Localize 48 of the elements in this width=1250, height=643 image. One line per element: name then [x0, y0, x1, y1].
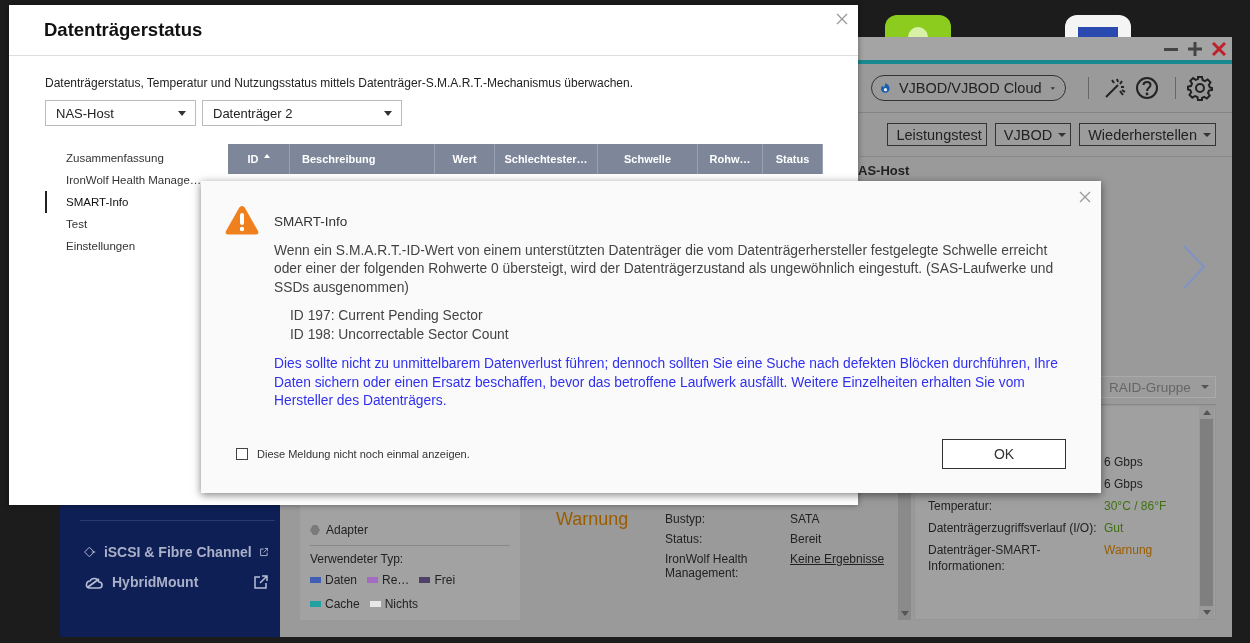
attribute-item: ID 197: Current Pending Sector: [290, 307, 484, 325]
advice-text: Dies sollte nicht zu unmittelbarem Datenverlust führen; dennoch sollten Sie eine Suche nach defekten Blöcken durchführen, Ihre Daten sichern oder einen Ersatz beschaffen, bevor das betroffene Laufwerk ausfällt. Weitere Einzelheiten erhalten Sie vom Hersteller des Datenträgers.: [274, 355, 1059, 410]
column-header[interactable]: Schlechtester…: [495, 144, 598, 174]
description-text: Datenträgerstatus, Temperatur und Nutzungsstatus mittels Datenträger-S.M.A.R.T.-Mechanismus überwachen.: [45, 76, 635, 90]
sidebar-item[interactable]: iSCSI & Fibre Channel: [60, 537, 280, 567]
message-text: Wenn ein S.M.A.R.T.-ID-Wert von einem unterstützten Datenträger die vom Datenträgerhersteller festgelegte Schwelle erreicht oder einer der folgenden Rohwerte 0 übersteigt, wird der Datenträgerzustand als ungewöhnlich eingestuft. (SAS-Laufwerke und SSDs ausgenommen): [274, 241, 1055, 297]
column-header[interactable]: Schwelle: [598, 144, 698, 174]
host-select[interactable]: NAS-Host: [45, 100, 196, 126]
legend-label: Cache: [325, 597, 360, 611]
action-button[interactable]: Leistungstest: [887, 123, 987, 146]
legend-title: Verwendeter Typ:: [310, 552, 405, 566]
legend-label: Frei: [434, 573, 456, 587]
detail-value: 6 Gbps: [1104, 454, 1144, 470]
dialog-title: SMART-Info: [274, 213, 349, 231]
legend-label: Nichts: [384, 597, 419, 611]
legend-label: Daten: [325, 573, 358, 587]
action-button[interactable]: Wiederherstellen: [1079, 123, 1216, 146]
info-label: IronWolf Health Management:: [665, 552, 749, 580]
nav-item[interactable]: IronWolf Health Manage…: [45, 169, 228, 191]
legend-label: Re…: [382, 573, 410, 587]
detail-value: Gut: [1104, 520, 1125, 536]
attribute-item: ID 198: Uncorrectable Sector Count: [290, 325, 510, 344]
info-value: SATA: [790, 512, 821, 526]
info-label: Bustyp:: [665, 512, 707, 526]
detail-label: Datenträger-SMART-Informationen:: [928, 542, 1042, 574]
column-header[interactable]: Beschreibung: [290, 144, 435, 174]
window-title: Datenträgerstatus: [44, 19, 203, 41]
ok-button[interactable]: OK: [942, 439, 1066, 469]
checkbox-label: Diese Meldung nicht noch einmal anzeigen.: [257, 448, 470, 460]
info-value: Bereit: [790, 532, 823, 546]
column-header[interactable]: ID: [228, 144, 290, 174]
column-header[interactable]: Wert: [435, 144, 495, 174]
detail-value: 6 Gbps: [1104, 476, 1144, 492]
disk-select[interactable]: Datenträger 2: [202, 100, 402, 126]
detail-value: Warnung: [1104, 542, 1154, 559]
column-header[interactable]: Rohw…: [698, 144, 763, 174]
info-label: Status:: [665, 532, 704, 546]
nav-item[interactable]: Zusammenfassung: [45, 147, 228, 169]
column-header[interactable]: Status: [763, 144, 823, 174]
detail-label: Temperatur:: [928, 498, 994, 514]
action-button[interactable]: VJBOD: [994, 123, 1072, 146]
detail-label: Datenträgerzugriffsverlauf (I/O):: [928, 520, 1098, 536]
host-label: AS-Host: [858, 163, 911, 178]
detail-value: 30°C / 86°F: [1104, 498, 1168, 514]
legend-label: Adapter: [326, 523, 369, 537]
health-status: Warnung: [556, 509, 630, 531]
info-link[interactable]: Keine Ergebnisse: [790, 552, 885, 580]
sidebar-item[interactable]: HybridMount: [60, 567, 280, 597]
